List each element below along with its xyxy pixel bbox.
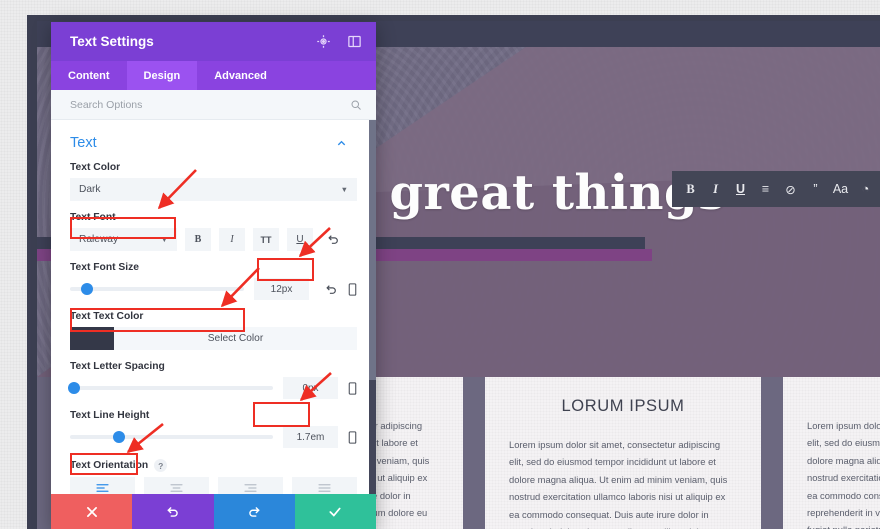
font-underline-button[interactable]: U — [287, 228, 313, 251]
cancel-button[interactable] — [51, 494, 133, 529]
bold-icon[interactable]: B — [678, 171, 703, 207]
field-text-orientation: Text Orientation? — [70, 459, 357, 494]
text-font-value: Raleway — [79, 234, 119, 245]
card-title: LORUM IPSUM — [561, 397, 685, 415]
font-uppercase-button[interactable]: TT — [253, 228, 279, 251]
text-color-value: Dark — [79, 184, 101, 195]
align-justify-button[interactable] — [292, 477, 357, 494]
content-card: Lorem ipsum dolor sit amet, consectetur … — [783, 377, 880, 529]
help-icon[interactable]: ? — [154, 459, 168, 472]
line-height-row: 1.7em — [70, 426, 357, 448]
card-body: Lorem ipsum dolor sit amet, consectetur … — [509, 439, 728, 529]
layout-panel-icon[interactable] — [347, 34, 362, 49]
underline-icon[interactable]: U — [728, 171, 753, 207]
label-text-line-height: Text Line Height — [70, 410, 150, 421]
select-color-label: Select Color — [114, 327, 357, 350]
fill-color-icon[interactable]: ◔ — [853, 171, 878, 207]
target-icon[interactable] — [316, 34, 331, 49]
text-orientation-group — [70, 477, 357, 494]
quote-icon[interactable]: ” — [803, 171, 828, 207]
field-text-color: Text Color Dark ▼ — [70, 162, 357, 201]
responsive-device-icon[interactable] — [348, 430, 357, 444]
field-text-font: Text Font Raleway ▼ B I TT U — [70, 212, 357, 251]
responsive-device-icon[interactable] — [348, 381, 357, 395]
undo-icon — [167, 506, 178, 517]
screenshot-root: Create great things Lorem ipsum dolor si… — [0, 0, 880, 529]
content-card: LORUM IPSUM Lorem ipsum dolor sit amet, … — [485, 377, 761, 529]
label-text-color: Text Color — [70, 162, 121, 173]
line-height-slider[interactable] — [70, 431, 273, 443]
align-right-button[interactable] — [218, 477, 283, 494]
search-options-row — [51, 90, 376, 120]
letter-spacing-value[interactable]: 0px — [283, 377, 338, 399]
tab-advanced[interactable]: Advanced — [197, 61, 284, 90]
label-text-text-color: Text Text Color — [70, 311, 144, 322]
search-icon[interactable] — [350, 99, 362, 111]
close-icon — [86, 506, 97, 517]
check-icon — [329, 507, 341, 517]
section-title: Text — [70, 135, 97, 151]
label-text-font: Text Font — [70, 212, 116, 223]
font-size-slider[interactable] — [70, 283, 244, 295]
align-icon[interactable]: ≡ — [753, 171, 778, 207]
letter-spacing-slider[interactable] — [68, 382, 273, 394]
label-text-orientation-text: Text Orientation — [70, 460, 149, 472]
letter-spacing-slider-handle[interactable] — [68, 382, 81, 394]
tab-design[interactable]: Design — [126, 61, 198, 90]
modal-header: Text Settings — [51, 22, 376, 61]
reset-icon[interactable] — [325, 283, 338, 296]
chevron-up-icon[interactable] — [336, 138, 347, 149]
chevron-down-icon: ▼ — [160, 235, 168, 244]
modal-tab-bar: Content Design Advanced — [51, 61, 376, 90]
line-height-value[interactable]: 1.7em — [283, 426, 338, 448]
color-swatch[interactable] — [70, 327, 114, 350]
redo-icon — [249, 506, 260, 517]
modal-header-icon-group — [316, 34, 362, 49]
label-text-orientation: Text Orientation? — [70, 459, 357, 472]
floating-text-toolbar[interactable]: B I U ≡ ⊘ ” Aa ◔ ☰ — [672, 171, 880, 207]
text-font-row: Raleway ▼ B I TT U — [70, 228, 357, 251]
align-center-button[interactable] — [144, 477, 209, 494]
search-input[interactable] — [70, 98, 320, 111]
select-color-button[interactable]: Select Color — [70, 327, 357, 350]
chevron-down-icon: ▼ — [340, 185, 348, 194]
text-size-icon[interactable]: Aa — [828, 171, 853, 207]
field-text-text-color: Text Text Color Select Color — [70, 311, 357, 350]
section-header-text[interactable]: Text — [70, 120, 357, 162]
letter-spacing-row: 0px — [68, 377, 357, 399]
responsive-device-icon[interactable] — [348, 282, 357, 296]
save-button[interactable] — [294, 494, 376, 529]
modal-body: Text Text Color Dark ▼ Text Font Raleway… — [51, 120, 376, 494]
text-font-select[interactable]: Raleway ▼ — [70, 228, 177, 251]
font-size-value[interactable]: 12px — [254, 278, 309, 300]
text-settings-modal: Text Settings Content Design Advanced Se… — [51, 22, 376, 529]
card-body: Lorem ipsum dolor sit amet, consectetur … — [807, 420, 880, 529]
field-text-font-size: Text Font Size 12px — [70, 262, 357, 300]
font-italic-button[interactable]: I — [219, 228, 245, 251]
tab-content[interactable]: Content — [51, 61, 127, 90]
italic-icon[interactable]: I — [703, 171, 728, 207]
modal-scrollbar[interactable] — [369, 120, 376, 494]
label-text-letter-spacing: Text Letter Spacing — [70, 361, 165, 372]
field-text-line-height: Text Line Height 1.7em — [70, 410, 357, 448]
redo-button[interactable] — [213, 494, 295, 529]
field-text-letter-spacing: Text Letter Spacing 0px — [68, 361, 357, 399]
modal-title: Text Settings — [70, 34, 154, 49]
font-bold-button[interactable]: B — [185, 228, 211, 251]
font-size-slider-handle[interactable] — [81, 283, 94, 295]
text-color-select[interactable]: Dark ▼ — [70, 178, 357, 201]
reset-icon[interactable] — [327, 233, 340, 246]
modal-scrollbar-thumb[interactable] — [369, 120, 376, 380]
undo-button[interactable] — [132, 494, 214, 529]
modal-footer — [51, 494, 376, 529]
link-icon[interactable]: ⊘ — [778, 171, 803, 207]
align-left-button[interactable] — [70, 477, 135, 494]
label-text-font-size: Text Font Size — [70, 262, 140, 273]
line-height-slider-handle[interactable] — [112, 431, 125, 443]
font-size-row: 12px — [70, 278, 357, 300]
